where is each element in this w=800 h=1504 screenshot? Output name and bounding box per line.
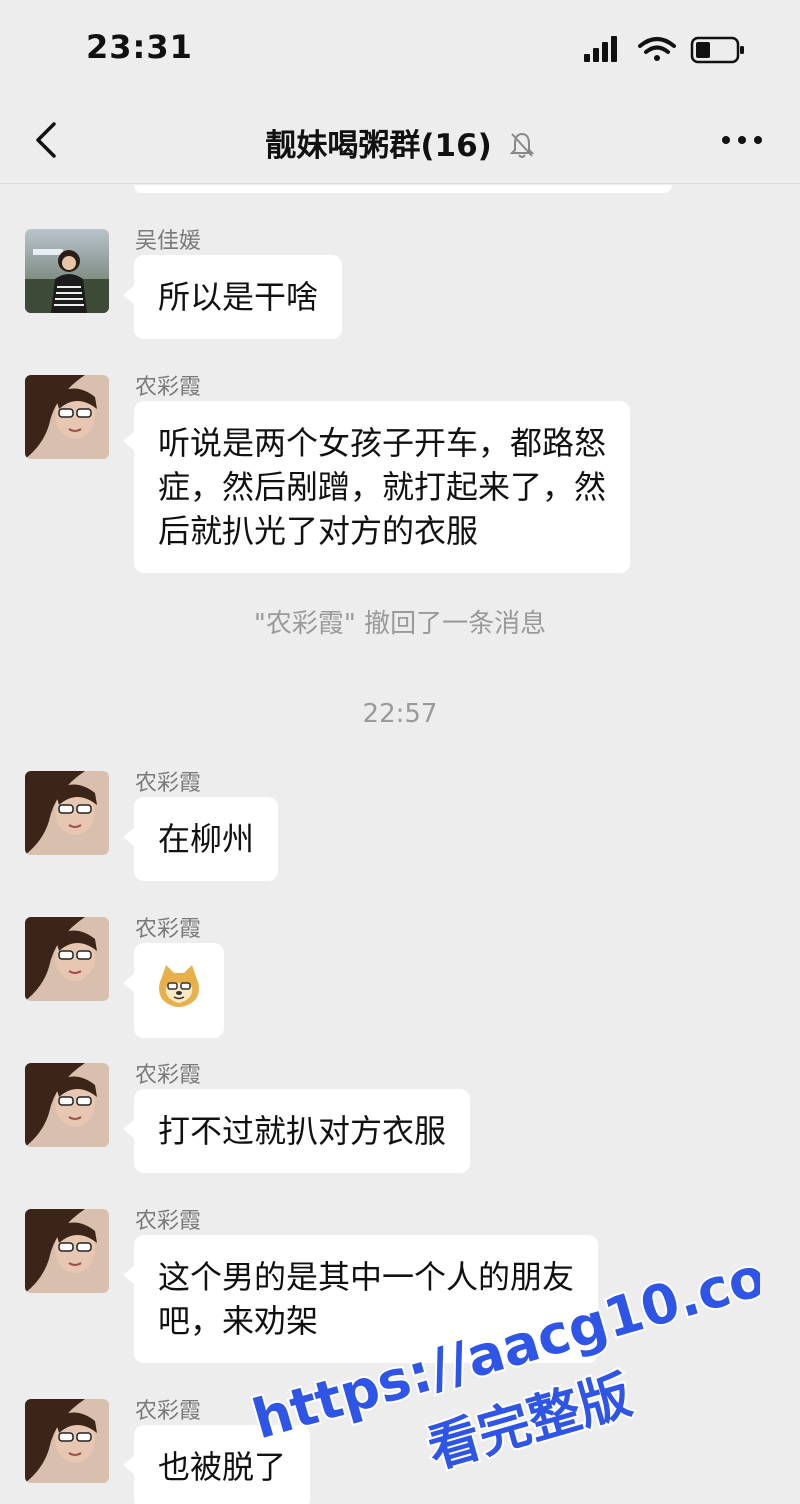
battery-icon: [690, 36, 744, 64]
message-line: 听说是两个女孩子开车，都路怒: [158, 424, 607, 462]
status-icons: [584, 36, 744, 64]
message-bubble[interactable]: 这个男的是其中一个人的朋友 吧，来劝架: [122, 1235, 599, 1363]
chat-area[interactable]: 吴佳媛 所以是干啥 农彩霞 听说是两个女孩子开车，都路怒 症，然后剐蹭，就打起来…: [0, 185, 800, 1504]
avatar[interactable]: [25, 771, 109, 855]
mute-bell-icon: [509, 132, 535, 158]
previous-message-bubble: [134, 185, 672, 193]
chat-header: 靓妹喝粥群(16): [0, 100, 800, 184]
sender-name: 农彩霞: [135, 1063, 202, 1088]
avatar[interactable]: [25, 917, 109, 1001]
message-bubble[interactable]: 也被脱了: [122, 1425, 311, 1504]
message-bubble[interactable]: 打不过就扒对方衣服: [122, 1089, 471, 1173]
message-text: 在柳州: [158, 820, 255, 858]
message-bubble[interactable]: 听说是两个女孩子开车，都路怒 症，然后剐蹭，就打起来了，然 后就扒光了对方的衣服: [122, 401, 631, 573]
avatar[interactable]: [25, 1209, 109, 1293]
message-line: 吧，来劝架: [158, 1302, 319, 1340]
sender-name: 农彩霞: [135, 1209, 202, 1234]
timestamp: 22:57: [362, 699, 438, 729]
message-line: 症，然后剐蹭，就打起来了，然: [158, 468, 607, 506]
avatar[interactable]: [25, 1063, 109, 1147]
message-text: 所以是干啥: [158, 278, 319, 316]
message-line: 后就扒光了对方的衣服: [158, 512, 479, 550]
group-name: 靓妹喝粥群(16): [265, 128, 492, 164]
status-time: 23:31: [86, 28, 193, 66]
avatar[interactable]: [25, 229, 109, 313]
doge-sticker-icon: [159, 965, 199, 1007]
message-line: 这个男的是其中一个人的朋友: [158, 1258, 575, 1296]
message-bubble[interactable]: 在柳州: [122, 797, 279, 881]
recall-notice: "农彩霞" 撤回了一条消息: [253, 609, 547, 639]
message-bubble[interactable]: [123, 943, 224, 1038]
message-bubble[interactable]: 所以是干啥: [122, 255, 343, 339]
avatar[interactable]: [25, 1399, 109, 1483]
message-text: 也被脱了: [158, 1448, 287, 1486]
cellular-signal-icon: [584, 36, 617, 62]
avatar[interactable]: [25, 375, 109, 459]
more-options-button[interactable]: [716, 128, 768, 152]
sender-name: 农彩霞: [135, 375, 202, 400]
sender-name: 农彩霞: [135, 917, 202, 942]
status-bar: 23:31: [0, 0, 800, 100]
message-text: 打不过就扒对方衣服: [158, 1112, 447, 1150]
wifi-icon: [638, 37, 676, 61]
page-title: 靓妹喝粥群(16): [0, 120, 800, 165]
sender-name: 吴佳媛: [135, 229, 202, 254]
sender-name: 农彩霞: [135, 771, 202, 796]
sender-name: 农彩霞: [135, 1399, 202, 1424]
